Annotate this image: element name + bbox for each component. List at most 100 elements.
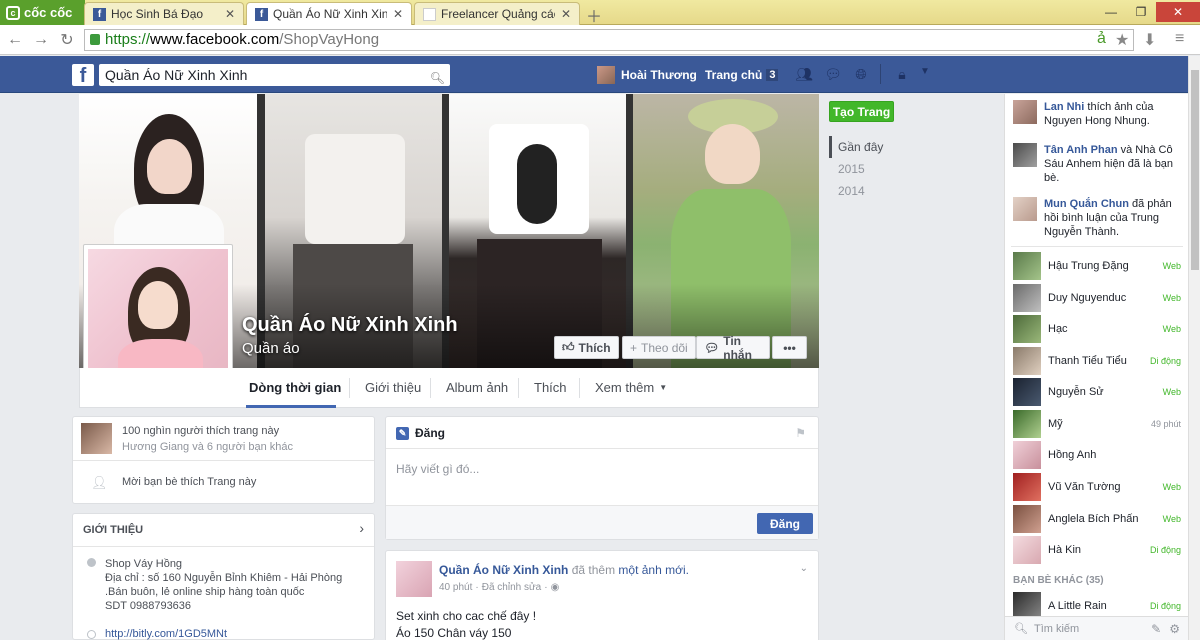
- bookmark-star-icon[interactable]: ★: [1115, 30, 1129, 50]
- more-label: •••: [783, 340, 796, 355]
- invite-icon: 👤︎: [91, 475, 108, 490]
- post-meta: 40 phút · Đã chỉnh sửa · ◉: [439, 582, 560, 593]
- privacy-shortcuts-icon[interactable]: 🔒︎: [893, 66, 911, 82]
- notifications-icon[interactable]: 🌐︎: [852, 66, 870, 82]
- website-link[interactable]: http://bitly.com/1GD5MNt: [105, 628, 227, 640]
- browser-tab-1[interactable]: f Học Sinh Bá Đạo ✕: [84, 2, 244, 25]
- tab-about[interactable]: Giới thiệu: [365, 380, 421, 395]
- post-edited[interactable]: Đã chỉnh sửa: [482, 582, 542, 593]
- composer-input[interactable]: Hãy viết gì đó...: [396, 462, 806, 476]
- chevron-down-icon[interactable]: ⌄: [800, 563, 808, 574]
- composer-footer: [386, 505, 818, 539]
- year-2014[interactable]: 2014: [829, 180, 933, 202]
- search-icon[interactable]: 🔍︎: [430, 67, 445, 89]
- close-tab-icon[interactable]: ✕: [393, 7, 403, 21]
- browser-tab-2[interactable]: f Quần Áo Nữ Xinh Xinh ✕: [246, 2, 412, 25]
- invite-friends-link[interactable]: Mời bạn bè thích Trang này: [122, 476, 256, 488]
- browser-tab-3[interactable]: Freelancer Quảng cáo face ✕: [414, 2, 580, 25]
- likes-count[interactable]: 100 nghìn người thích trang này: [122, 425, 279, 437]
- download-icon[interactable]: ⬇: [1143, 30, 1156, 50]
- chat-contact[interactable]: Duy Nguyenduc Web: [1013, 283, 1181, 313]
- avatar: [1013, 505, 1041, 533]
- chat-contact[interactable]: Hồng Anh: [1013, 440, 1181, 470]
- more-options-button[interactable]: •••: [772, 336, 807, 359]
- friends-who-like[interactable]: Hương Giang và 6 người bạn khác: [122, 441, 293, 453]
- friend-requests-icon[interactable]: 👥︎: [795, 66, 813, 82]
- ticker-item[interactable]: Mun Quắn Chun đã phản hồi bình luận của …: [1013, 197, 1183, 239]
- close-tab-icon[interactable]: ✕: [561, 7, 571, 21]
- post-button[interactable]: Đăng: [757, 513, 813, 534]
- post-card: Quần Áo Nữ Xinh Xinh đã thêm một ảnh mới…: [385, 550, 819, 640]
- chat-contact[interactable]: Thanh Tiểu Tiểu Di động: [1013, 346, 1181, 376]
- intro-heading[interactable]: GIỚI THIỆU: [83, 524, 143, 536]
- back-icon[interactable]: ←: [2, 31, 28, 49]
- maximize-icon[interactable]: ❐: [1126, 2, 1156, 22]
- tab-timeline[interactable]: Dòng thời gian: [249, 380, 341, 395]
- shop-name: Shop Váy Hồng: [105, 558, 183, 570]
- flag-icon[interactable]: ⚑: [795, 426, 806, 440]
- page-category[interactable]: Quần áo: [242, 340, 300, 357]
- post-action-link[interactable]: một ảnh mới.: [618, 563, 689, 577]
- page-scrollbar[interactable]: [1188, 56, 1200, 640]
- gear-icon[interactable]: ⚙: [1169, 622, 1180, 636]
- page-title[interactable]: Quần Áo Nữ Xinh Xinh: [242, 314, 458, 337]
- chat-search-input[interactable]: 🔍︎ Tìm kiếm ✎ ⚙: [1004, 616, 1188, 640]
- tab-more[interactable]: Xem thêm ▼: [595, 380, 667, 395]
- facebook-favicon-icon: f: [255, 7, 268, 21]
- other-friends-heading: BẠN BÈ KHÁC (35): [1013, 575, 1104, 586]
- chat-contact[interactable]: Anglela Bích Phấn Web: [1013, 504, 1181, 534]
- menu-icon[interactable]: ≡: [1175, 30, 1184, 48]
- follow-button[interactable]: + Theo dõi: [622, 336, 696, 359]
- year-2015[interactable]: 2015: [829, 158, 933, 180]
- avatar[interactable]: [81, 423, 112, 454]
- chat-contact[interactable]: Hậu Trung Đặng Web: [1013, 251, 1181, 281]
- post-author[interactable]: Quần Áo Nữ Xinh Xinh: [439, 563, 568, 577]
- create-page-button[interactable]: Tạo Trang: [829, 101, 894, 122]
- post-composer: ✎ Đăng ⚑ Hãy viết gì đó... Đăng: [385, 416, 819, 540]
- post-author-avatar[interactable]: [396, 561, 432, 597]
- contact-status: Web: [1162, 514, 1181, 524]
- ticker-item[interactable]: Tân Anh Phan và Nhà Cô Sáu Anhem hiện đã…: [1013, 143, 1183, 185]
- messages-icon[interactable]: 💬︎: [824, 66, 842, 82]
- shop-address: Địa chỉ : số 160 Nguyễn Bỉnh Khiêm - Hải…: [105, 572, 343, 598]
- scrollbar-thumb[interactable]: [1191, 70, 1199, 270]
- like-page-button[interactable]: 👍︎ Thích: [554, 336, 619, 359]
- search-input[interactable]: Quần Áo Nữ Xinh Xinh 🔍︎: [99, 64, 450, 86]
- browser-brand[interactable]: c cốc cốc: [0, 0, 85, 25]
- compose-icon[interactable]: ✎: [1151, 622, 1161, 636]
- forward-icon[interactable]: →: [28, 31, 54, 49]
- reload-icon[interactable]: ↻: [54, 30, 80, 50]
- tab-likes[interactable]: Thích: [534, 380, 567, 395]
- contact-name: Hạc: [1048, 323, 1068, 335]
- ticker-item[interactable]: Lan Nhi thích ảnh của Nguyen Hong Nhung.: [1013, 100, 1183, 128]
- minimize-icon[interactable]: —: [1096, 2, 1126, 22]
- pencil-icon: ✎: [396, 426, 409, 440]
- year-recent[interactable]: Gần đây: [829, 136, 933, 158]
- close-tab-icon[interactable]: ✕: [225, 7, 235, 21]
- composer-tab-post[interactable]: ✎ Đăng: [396, 426, 445, 440]
- contact-status: Di động: [1149, 356, 1181, 366]
- profile-link[interactable]: Hoài Thương: [597, 56, 697, 93]
- account-menu-icon[interactable]: ▼: [916, 66, 934, 82]
- chevron-down-icon: ▼: [659, 383, 668, 392]
- post-time[interactable]: 40 phút: [439, 582, 472, 593]
- coccoc-assistant-icon[interactable]: ả: [1097, 30, 1106, 48]
- avatar: [1013, 252, 1041, 280]
- home-link[interactable]: Trang chủ 3: [705, 56, 779, 93]
- tab-albums[interactable]: Album ảnh: [446, 380, 508, 395]
- divider: [579, 378, 580, 398]
- chat-contact[interactable]: Hạc Web: [1013, 314, 1181, 344]
- chat-contact[interactable]: Hà Kin Di động: [1013, 535, 1181, 565]
- new-tab-icon[interactable]: ＋: [586, 3, 602, 27]
- chat-contact[interactable]: Mỹ 49 phút: [1013, 409, 1181, 439]
- chat-contact[interactable]: Nguyễn Sử Web: [1013, 377, 1181, 407]
- message-button[interactable]: 💬︎ Tin nhắn: [696, 334, 770, 362]
- contact-status: Web: [1162, 482, 1181, 492]
- chat-contact[interactable]: Vũ Văn Tường Web: [1013, 472, 1181, 502]
- close-window-icon[interactable]: ✕: [1156, 2, 1200, 22]
- chevron-right-icon[interactable]: ›: [359, 520, 364, 536]
- url-input[interactable]: https://www.facebook.com/ShopVayHong: [84, 29, 1134, 51]
- tab-title: Freelancer Quảng cáo face: [441, 7, 555, 21]
- search-value: Quần Áo Nữ Xinh Xinh: [105, 67, 248, 83]
- facebook-logo-icon[interactable]: f: [72, 64, 94, 87]
